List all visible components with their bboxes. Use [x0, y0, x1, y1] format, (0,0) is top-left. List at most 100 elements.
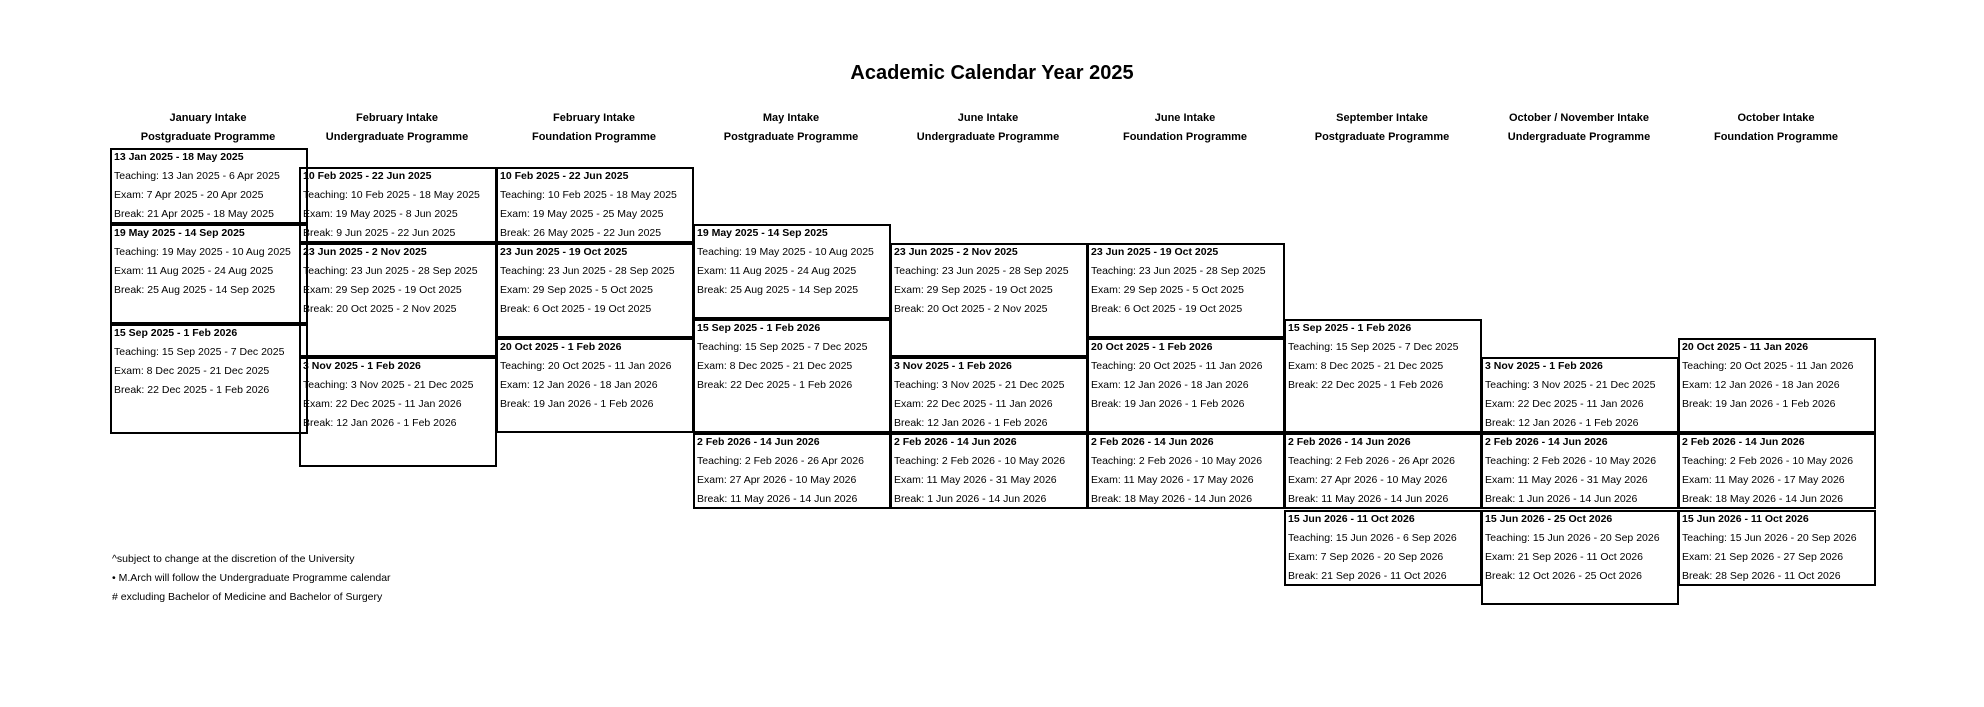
term-detail-line: Teaching: 2 Feb 2026 - 26 Apr 2026: [697, 455, 864, 467]
term-date-range: 2 Feb 2026 - 14 Jun 2026: [1682, 436, 1805, 448]
term-detail-line: Teaching: 10 Feb 2025 - 18 May 2025: [303, 189, 480, 201]
term-block: 15 Jun 2026 - 25 Oct 2026 Teaching: 15 Ju…: [1481, 510, 1679, 605]
term-detail-line: Exam: 11 May 2026 - 17 May 2026: [1682, 474, 1845, 486]
term-block: 19 May 2025 - 14 Sep 2025 Teaching: 19 Ma…: [693, 224, 891, 319]
term-detail-line: Break: 21 Sep 2026 - 11 Oct 2026: [1288, 570, 1447, 582]
term-date-range: 23 Jun 2025 - 19 Oct 2025: [1091, 246, 1219, 258]
column-programme-header: Undergraduate Programme: [916, 131, 1060, 143]
term-detail-line: Teaching: 20 Oct 2025 - 11 Jan 2026: [1682, 360, 1854, 372]
term-block: 20 Oct 2025 - 1 Feb 2026 Teaching: 20 Oct…: [1087, 338, 1285, 433]
term-detail-line: Break: 18 May 2026 - 14 Jun 2026: [1091, 493, 1253, 505]
term-detail-line: Exam: 11 May 2026 - 17 May 2026: [1091, 474, 1254, 486]
term-block: 2 Feb 2026 - 14 Jun 2026 Teaching: 2 Feb …: [693, 433, 891, 509]
term-detail-line: Teaching: 20 Oct 2025 - 11 Jan 2026: [1091, 360, 1263, 372]
term-detail-line: Break: 21 Apr 2025 - 18 May 2025: [114, 208, 274, 220]
term-detail-line: Break: 28 Sep 2026 - 11 Oct 2026: [1682, 570, 1841, 582]
term-date-range: 23 Jun 2025 - 19 Oct 2025: [500, 246, 628, 258]
column-intake-header: February Intake: [356, 112, 438, 124]
term-date-range: 2 Feb 2026 - 14 Jun 2026: [1091, 436, 1214, 448]
term-block: 20 Oct 2025 - 1 Feb 2026 Teaching: 20 Oct…: [496, 338, 694, 433]
term-detail-line: Teaching: 20 Oct 2025 - 11 Jan 2026: [500, 360, 672, 372]
term-date-range: 19 May 2025 - 14 Sep 2025: [697, 227, 828, 239]
term-date-range: 15 Jun 2026 - 25 Oct 2026: [1485, 513, 1613, 525]
term-detail-line: Exam: 22 Dec 2025 - 11 Jan 2026: [303, 398, 462, 410]
term-date-range: 3 Nov 2025 - 1 Feb 2026: [303, 360, 421, 372]
column-programme-header: Undergraduate Programme: [325, 131, 469, 143]
term-detail-line: Exam: 12 Jan 2026 - 18 Jan 2026: [1091, 379, 1249, 391]
term-detail-line: Teaching: 23 Jun 2025 - 28 Sep 2025: [303, 265, 478, 277]
term-detail-line: Exam: 19 May 2025 - 25 May 2025: [500, 208, 664, 220]
term-date-range: 15 Sep 2025 - 1 Feb 2026: [697, 322, 821, 334]
footnote: • M.Arch will follow the Undergraduate P…: [112, 572, 391, 584]
term-date-range: 20 Oct 2025 - 11 Jan 2026: [1682, 341, 1809, 353]
term-detail-line: Break: 22 Dec 2025 - 1 Feb 2026: [114, 384, 270, 396]
term-detail-line: Break: 11 May 2026 - 14 Jun 2026: [697, 493, 858, 505]
column-intake-header: January Intake: [169, 112, 247, 124]
term-detail-line: Exam: 11 Aug 2025 - 24 Aug 2025: [697, 265, 857, 277]
term-detail-line: Break: 20 Oct 2025 - 2 Nov 2025: [894, 303, 1048, 315]
term-block: 15 Sep 2025 - 1 Feb 2026 Teaching: 15 Sep…: [693, 319, 891, 433]
term-detail-line: Exam: 29 Sep 2025 - 19 Oct 2025: [303, 284, 462, 296]
term-block: 2 Feb 2026 - 14 Jun 2026 Teaching: 2 Feb …: [1678, 433, 1876, 509]
term-block: 2 Feb 2026 - 14 Jun 2026 Teaching: 2 Feb …: [1087, 433, 1285, 509]
term-date-range: 2 Feb 2026 - 14 Jun 2026: [1485, 436, 1608, 448]
term-detail-line: Teaching: 19 May 2025 - 10 Aug 2025: [114, 246, 291, 258]
term-date-range: 2 Feb 2026 - 14 Jun 2026: [894, 436, 1017, 448]
term-detail-line: Teaching: 15 Sep 2025 - 7 Dec 2025: [114, 346, 285, 358]
term-detail-line: Teaching: 3 Nov 2025 - 21 Dec 2025: [894, 379, 1065, 391]
term-detail-line: Break: 12 Jan 2026 - 1 Feb 2026: [303, 417, 457, 429]
column-programme-header: Postgraduate Programme: [140, 131, 276, 143]
term-detail-line: Teaching: 15 Jun 2026 - 20 Sep 2026: [1485, 532, 1660, 544]
term-detail-line: Break: 26 May 2025 - 22 Jun 2025: [500, 227, 662, 239]
term-detail-line: Teaching: 19 May 2025 - 10 Aug 2025: [697, 246, 874, 258]
term-detail-line: Teaching: 15 Sep 2025 - 7 Dec 2025: [1288, 341, 1459, 353]
term-detail-line: Exam: 12 Jan 2026 - 18 Jan 2026: [500, 379, 658, 391]
term-detail-line: Break: 25 Aug 2025 - 14 Sep 2025: [114, 284, 276, 296]
term-detail-line: Teaching: 2 Feb 2026 - 10 May 2026: [1091, 455, 1263, 467]
term-detail-line: Break: 22 Dec 2025 - 1 Feb 2026: [1288, 379, 1444, 391]
term-date-range: 15 Sep 2025 - 1 Feb 2026: [1288, 322, 1412, 334]
term-detail-line: Exam: 21 Sep 2026 - 11 Oct 2026: [1485, 551, 1643, 563]
term-block: 2 Feb 2026 - 14 Jun 2026 Teaching: 2 Feb …: [1481, 433, 1679, 509]
term-detail-line: Exam: 22 Dec 2025 - 11 Jan 2026: [1485, 398, 1644, 410]
column-intake-header: February Intake: [553, 112, 635, 124]
term-detail-line: Exam: 8 Dec 2025 - 21 Dec 2025: [697, 360, 853, 372]
term-block: 10 Feb 2025 - 22 Jun 2025 Teaching: 10 Fe…: [496, 167, 694, 243]
term-block: 2 Feb 2026 - 14 Jun 2026 Teaching: 2 Feb …: [1284, 433, 1482, 509]
term-block: 23 Jun 2025 - 2 Nov 2025 Teaching: 23 Jun…: [890, 243, 1088, 357]
column-programme-header: Postgraduate Programme: [723, 131, 859, 143]
term-detail-line: Exam: 19 May 2025 - 8 Jun 2025: [303, 208, 458, 220]
term-detail-line: Break: 1 Jun 2026 - 14 Jun 2026: [894, 493, 1047, 505]
term-date-range: 15 Jun 2026 - 11 Oct 2026: [1682, 513, 1809, 525]
term-detail-line: Teaching: 13 Jan 2025 - 6 Apr 2025: [114, 170, 280, 182]
term-detail-line: Teaching: 3 Nov 2025 - 21 Dec 2025: [303, 379, 474, 391]
term-detail-line: Teaching: 15 Sep 2025 - 7 Dec 2025: [697, 341, 868, 353]
term-block: 3 Nov 2025 - 1 Feb 2026 Teaching: 3 Nov 2…: [299, 357, 497, 467]
column-intake-header: May Intake: [762, 112, 820, 124]
term-detail-line: Teaching: 2 Feb 2026 - 10 May 2026: [894, 455, 1066, 467]
term-detail-line: Teaching: 23 Jun 2025 - 28 Sep 2025: [500, 265, 675, 277]
column-intake-header: June Intake: [1154, 112, 1216, 124]
column-intake-header: September Intake: [1336, 112, 1428, 124]
term-block: 23 Jun 2025 - 19 Oct 2025 Teaching: 23 Ju…: [496, 243, 694, 338]
term-date-range: 10 Feb 2025 - 22 Jun 2025: [303, 170, 432, 182]
term-block: 13 Jan 2025 - 18 May 2025 Teaching: 13 Ja…: [110, 148, 308, 224]
term-date-range: 10 Feb 2025 - 22 Jun 2025: [500, 170, 629, 182]
term-detail-line: Exam: 27 Apr 2026 - 10 May 2026: [1288, 474, 1448, 486]
term-detail-line: Break: 12 Oct 2026 - 25 Oct 2026: [1485, 570, 1643, 582]
column-intake-header: October Intake: [1737, 112, 1815, 124]
term-detail-line: Break: 25 Aug 2025 - 14 Sep 2025: [697, 284, 859, 296]
term-detail-line: Break: 6 Oct 2025 - 19 Oct 2025: [1091, 303, 1243, 315]
term-detail-line: Exam: 7 Sep 2026 - 20 Sep 2026: [1288, 551, 1444, 563]
term-detail-line: Exam: 21 Sep 2026 - 27 Sep 2026: [1682, 551, 1844, 563]
column-intake-header: October / November Intake: [1509, 112, 1649, 124]
column-intake-header: June Intake: [957, 112, 1019, 124]
term-date-range: 20 Oct 2025 - 1 Feb 2026: [500, 341, 622, 353]
page-title: Academic Calendar Year 2025: [850, 62, 1134, 84]
term-date-range: 19 May 2025 - 14 Sep 2025: [114, 227, 245, 239]
term-detail-line: Teaching: 3 Nov 2025 - 21 Dec 2025: [1485, 379, 1656, 391]
term-date-range: 3 Nov 2025 - 1 Feb 2026: [894, 360, 1012, 372]
term-detail-line: Exam: 11 Aug 2025 - 24 Aug 2025: [114, 265, 274, 277]
term-detail-line: Break: 22 Dec 2025 - 1 Feb 2026: [697, 379, 853, 391]
footnote: # excluding Bachelor of Medicine and Bac…: [112, 591, 383, 603]
